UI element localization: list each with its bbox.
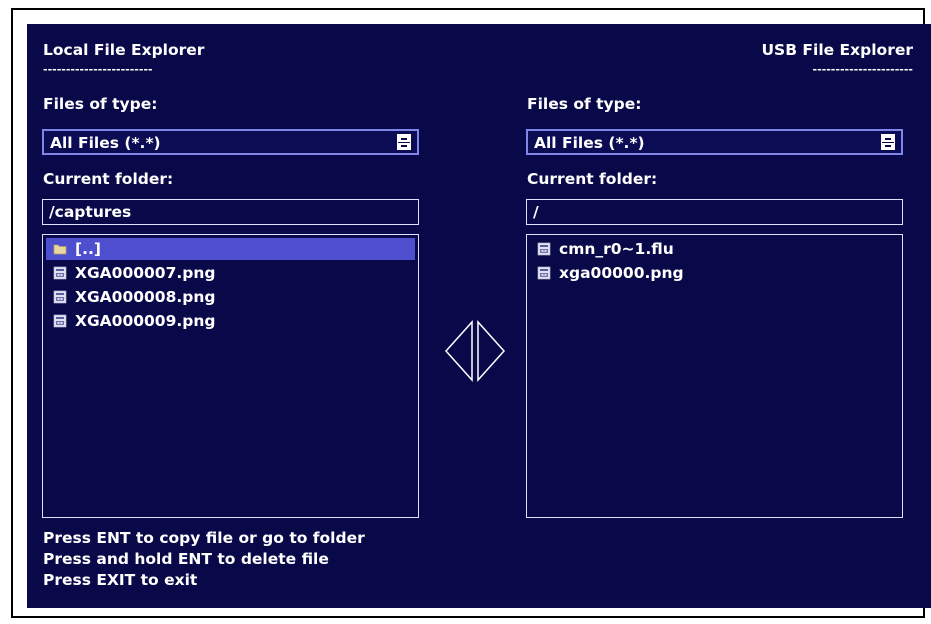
- file-icon: [53, 314, 67, 328]
- usb-panel-title: USB File Explorer: [761, 41, 913, 59]
- local-current-folder-label: Current folder:: [43, 170, 174, 188]
- left-arrow-icon: [444, 320, 473, 382]
- local-file-type-value: All Files (*.*): [50, 134, 161, 152]
- file-icon: [537, 242, 551, 256]
- file-explorer-screen: Local File Explorer --------------------…: [27, 24, 931, 608]
- local-list-item-label: [..]: [75, 240, 101, 258]
- usb-current-folder-value: /: [533, 203, 539, 221]
- transfer-arrows-icon: [444, 320, 506, 382]
- usb-current-folder-field[interactable]: /: [526, 199, 903, 225]
- usb-title-underline: ----------------------: [812, 63, 913, 76]
- local-list-item[interactable]: XGA000007.png: [46, 262, 415, 284]
- usb-list-item[interactable]: cmn_r0~1.flu: [530, 238, 899, 260]
- usb-file-type-select[interactable]: All Files (*.*): [526, 129, 903, 155]
- local-files-of-type-label: Files of type:: [43, 95, 158, 113]
- usb-file-list[interactable]: cmn_r0~1.flu xga00000.png: [526, 234, 903, 518]
- usb-files-of-type-label: Files of type:: [527, 95, 642, 113]
- local-panel-title: Local File Explorer: [43, 41, 205, 59]
- local-file-list[interactable]: [..] XGA000007.png XGA000008.png XGA000009.…: [42, 234, 419, 518]
- usb-list-item[interactable]: xga00000.png: [530, 262, 899, 284]
- usb-list-item-label: cmn_r0~1.flu: [559, 240, 674, 258]
- right-arrow-icon: [477, 320, 506, 382]
- local-title-underline: ------------------------: [43, 63, 153, 76]
- spinner-icon[interactable]: [397, 134, 411, 150]
- local-current-folder-value: /captures: [49, 203, 132, 221]
- local-current-folder-field[interactable]: /captures: [42, 199, 419, 225]
- local-list-item-label: XGA000007.png: [75, 264, 216, 282]
- instruction-delete: Press and hold ENT to delete file: [43, 550, 329, 568]
- file-icon: [53, 266, 67, 280]
- local-list-item[interactable]: [..]: [46, 238, 415, 260]
- folder-icon: [53, 244, 67, 255]
- local-list-item[interactable]: XGA000009.png: [46, 310, 415, 332]
- local-list-item-label: XGA000009.png: [75, 312, 216, 330]
- instruction-copy: Press ENT to copy file or go to folder: [43, 529, 365, 547]
- spinner-icon[interactable]: [881, 134, 895, 150]
- file-icon: [537, 266, 551, 280]
- usb-current-folder-label: Current folder:: [527, 170, 658, 188]
- instruction-exit: Press EXIT to exit: [43, 571, 198, 589]
- local-list-item[interactable]: XGA000008.png: [46, 286, 415, 308]
- local-file-type-select[interactable]: All Files (*.*): [42, 129, 419, 155]
- local-list-item-label: XGA000008.png: [75, 288, 216, 306]
- file-icon: [53, 290, 67, 304]
- usb-list-item-label: xga00000.png: [559, 264, 684, 282]
- usb-file-type-value: All Files (*.*): [534, 134, 645, 152]
